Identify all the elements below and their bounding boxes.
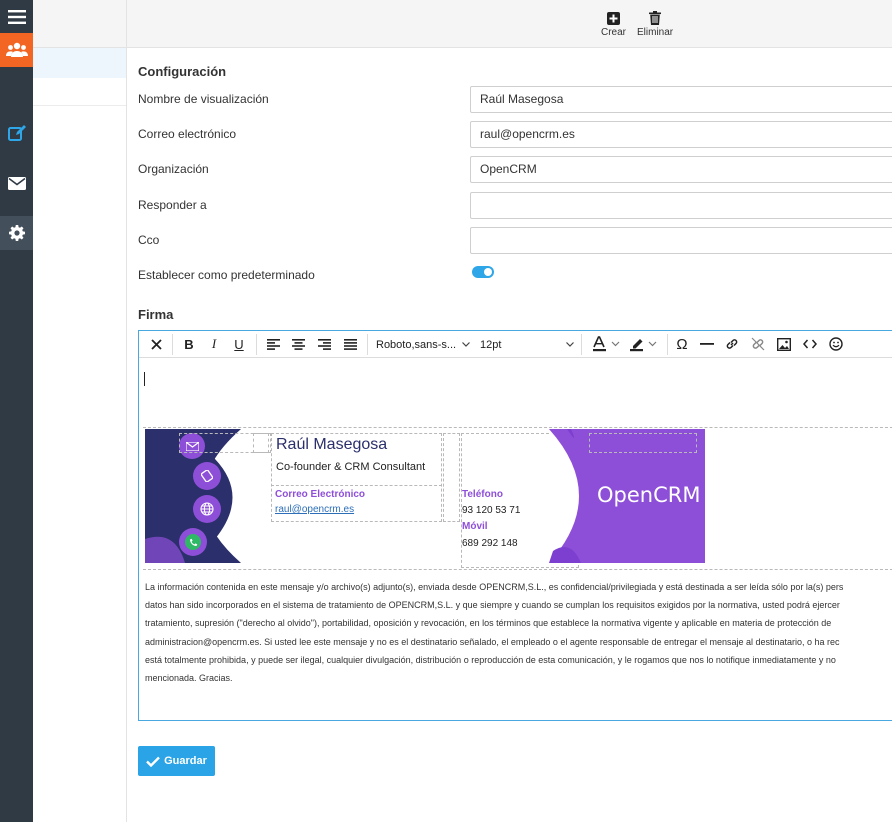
signature-role: Co-founder & CRM Consultant (276, 461, 426, 473)
signature-mobile-label: Móvil (462, 521, 488, 532)
signature-card: Raúl Masegosa Co-founder & CRM Consultan… (143, 427, 892, 570)
toggle-knob (484, 268, 492, 276)
font-family-value: Roboto,sans-s... (376, 338, 457, 351)
field-organization: Organización OpenCRM (138, 156, 892, 184)
signature-editor[interactable]: B I U Roboto,sans-s... 12pt Ω Raúl Maseg… (138, 330, 892, 721)
brand-placeholder (589, 433, 697, 453)
signature-phone-label: Teléfono (462, 489, 503, 500)
reply-to-input[interactable] (470, 192, 892, 219)
details-divider (271, 485, 442, 486)
bcc-input[interactable] (470, 227, 892, 254)
emoji-icon[interactable] (827, 334, 845, 354)
italic-icon[interactable]: I (204, 334, 224, 354)
signature-name: Raúl Masegosa (276, 436, 388, 453)
section-title-signature: Firma (138, 307, 174, 322)
legal-notice: La información contenida en este mensaje… (145, 578, 892, 687)
save-label: Guardar (164, 755, 207, 767)
chevron-down-icon (566, 342, 574, 347)
globe-icon (193, 495, 221, 523)
horizontal-rule-icon[interactable] (698, 334, 716, 354)
legal-line: administracion@opencrm.es. Si usted lee … (145, 636, 840, 647)
unlink-icon[interactable] (749, 334, 767, 354)
text-color-icon[interactable] (590, 334, 624, 354)
field-email: Correo electrónico raul@opencrm.es (138, 121, 892, 149)
settings-icon[interactable] (0, 216, 33, 250)
contacts-icon[interactable] (0, 33, 33, 67)
account-list-header (33, 0, 126, 48)
delete-button[interactable]: Eliminar (637, 9, 673, 38)
text-cursor (144, 372, 145, 386)
compose-icon[interactable] (0, 116, 33, 150)
delete-label: Eliminar (637, 27, 674, 38)
organization-input[interactable]: OpenCRM (470, 156, 892, 183)
special-char-icon[interactable]: Ω (673, 334, 691, 354)
signature-email-link[interactable]: raul@opencrm.es (275, 504, 354, 515)
menu-icon[interactable] (0, 0, 33, 34)
mobile-icon (193, 462, 221, 490)
field-label: Correo electrónico (138, 127, 237, 141)
legal-line: La información contenida en este mensaje… (145, 582, 844, 592)
highlight-icon[interactable] (627, 334, 661, 354)
nav-rail (0, 0, 33, 822)
bold-icon[interactable]: B (179, 334, 199, 354)
font-size-value: 12pt (480, 338, 502, 351)
action-toolbar: Crear Eliminar (127, 0, 892, 48)
field-display-name: Nombre de visualización Raúl Masegosa (138, 86, 892, 114)
display-name-input[interactable]: Raúl Masegosa (470, 86, 892, 113)
signature-phone: 93 120 53 71 (462, 505, 521, 516)
phone-icon (179, 528, 207, 556)
image-placeholder (253, 433, 271, 453)
align-right-icon[interactable] (314, 334, 334, 354)
link-icon[interactable] (723, 334, 741, 354)
signature-email-label: Correo Electrónico (275, 489, 366, 500)
field-label: Cco (138, 233, 160, 247)
clear-format-icon[interactable] (147, 334, 165, 354)
field-label: Nombre de visualización (138, 92, 269, 106)
check-icon (146, 756, 160, 767)
font-family-select[interactable]: Roboto,sans-s... (376, 335, 472, 354)
section-title-config: Configuración (138, 64, 227, 79)
field-label: Organización (138, 162, 209, 176)
align-left-icon[interactable] (263, 334, 283, 354)
legal-line: mencionada. Gracias. (145, 673, 233, 684)
image-icon[interactable] (775, 334, 793, 354)
field-label: Establecer como predeterminado (138, 268, 315, 282)
mail-icon[interactable] (0, 166, 33, 200)
field-label: Responder a (138, 198, 207, 212)
app-window: Crear Eliminar Configuración Nombre de v… (0, 0, 892, 822)
list-item-selected[interactable] (33, 48, 126, 78)
trash-icon (649, 9, 662, 27)
create-button[interactable]: Crear (601, 9, 626, 38)
opencrm-logo: OpenCRM (597, 483, 701, 507)
align-center-icon[interactable] (288, 334, 308, 354)
legal-line: datos han sido incorporados en el sistem… (145, 600, 840, 611)
font-size-select[interactable]: 12pt (480, 335, 576, 354)
legal-line: tratamiento, supresión ("derecho al olvi… (145, 618, 832, 629)
align-justify-icon[interactable] (340, 334, 360, 354)
underline-icon[interactable]: U (229, 334, 249, 354)
spacer-cell (443, 433, 460, 522)
email-input[interactable]: raul@opencrm.es (470, 121, 892, 148)
save-button[interactable]: Guardar (138, 746, 215, 776)
list-item[interactable] (33, 78, 126, 106)
editor-toolbar: B I U Roboto,sans-s... 12pt Ω (139, 331, 892, 358)
account-list (33, 0, 127, 822)
default-toggle[interactable] (472, 266, 494, 278)
create-label: Crear (601, 27, 627, 38)
chevron-down-icon (462, 342, 470, 347)
field-reply-to: Responder a (138, 192, 892, 220)
signature-table-border (143, 569, 892, 571)
signature-mobile: 689 292 148 (462, 538, 518, 549)
field-default: Establecer como predeterminado (138, 262, 892, 290)
legal-line: está totalmente prohibida, y puede ser i… (145, 654, 836, 665)
code-icon[interactable] (801, 334, 819, 354)
plus-square-icon (607, 9, 620, 27)
field-bcc: Cco (138, 227, 892, 255)
